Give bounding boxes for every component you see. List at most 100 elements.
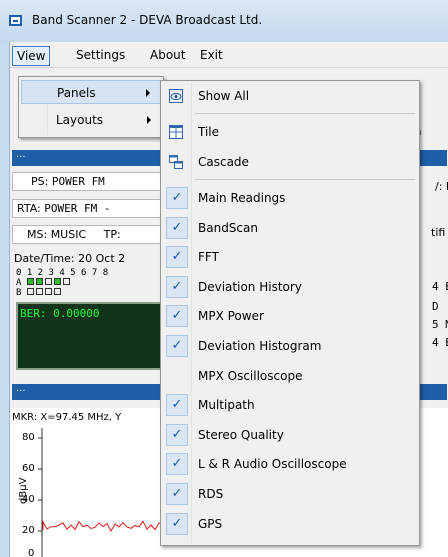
ms-value: MUSIC [50,228,87,241]
panel-item-label: Deviation History [198,280,302,294]
checkmark-icon: ✓ [166,276,188,298]
right-snip: D [432,300,439,313]
right-snip: 4 E [432,336,448,349]
view-menu: Panels Layouts [18,76,164,138]
groups-numbers: 0 1 2 3 4 5 6 7 8 [16,268,109,278]
panel-item-label: GPS [198,517,223,531]
menu-item-show-all[interactable]: Show All [163,84,417,108]
menu-item-panel[interactable]: ✓ L & R Audio Oscilloscope [163,452,417,476]
group-indicator [53,278,61,285]
group-indicator [35,288,43,295]
y-tick-label: 0 [28,548,35,557]
ps-value: POWER FM [51,175,105,188]
group-indicator [35,278,43,285]
panel-item-label: Main Readings [198,191,286,205]
app-icon [9,15,22,26]
menu-item-panel[interactable]: ✓ Stereo Quality [163,423,417,447]
view-menu-item-panels[interactable]: Panels [21,80,161,104]
menu-separator [195,113,415,114]
layouts-label: Layouts [56,113,104,127]
menu-item-panel[interactable]: ✓ RDS [163,482,417,506]
group-indicator [44,288,52,295]
right-snip: 4 E [432,280,448,293]
panel-item-label: RDS [198,487,224,501]
panel-item-label: L & R Audio Oscilloscope [198,457,347,471]
submenu-arrow-icon [147,116,151,124]
menu-item-panel[interactable]: ✓ Deviation History [163,275,417,299]
checkmark-icon: ✓ [166,217,188,239]
ber-value: BER: 0.00000 [20,307,100,320]
checkmark-icon: ✓ [166,246,188,268]
checkmark-icon: ✓ [166,187,188,209]
submenu-arrow-icon [146,89,150,97]
checkmark-icon: ✓ [166,305,188,327]
cascade-icon [169,155,183,169]
panel-item-label: MPX Power [198,309,264,323]
ps-label: PS: [31,175,49,188]
menu-bar: View Settings About Exit [10,42,448,68]
checkmark-icon: ✓ [166,453,188,475]
group-b-row: B [16,288,61,298]
panel-item-label: FFT [198,250,219,264]
cascade-label: Cascade [198,155,249,169]
checkmark-icon: ✓ [166,483,188,505]
rta-label: RTA: [17,202,41,215]
right-snip: tifi [431,226,446,239]
rta-field: RTA: POWER FM - [12,199,162,218]
panel-item-label: Deviation Histogram [198,339,322,353]
group-a-label: A [16,278,22,288]
menu-separator [195,179,415,180]
application-window: Band Scanner 2 - DEVA Broadcast Ltd. Vie… [0,0,448,557]
ms-tp-field: MS: MUSIC TP: [12,225,162,244]
menu-item-panel[interactable]: ✓ Main Readings [163,186,417,210]
tile-icon [169,125,183,139]
panels-submenu: Show All Tile Cascade ✓ Main Readings ✓ B [160,80,420,546]
group-a-row: A [16,278,70,288]
menu-item-tile[interactable]: Tile [163,120,417,144]
checkmark-icon: ✓ [166,335,188,357]
menu-exit[interactable]: Exit [196,46,227,66]
ber-display: BER: 0.00000 [16,302,164,370]
group-indicator [62,278,70,285]
checkmark-icon: ✓ [166,394,188,416]
menu-view[interactable]: View [12,46,51,66]
menu-item-panel[interactable]: ✓ GPS [163,512,417,536]
menu-item-panel[interactable]: ✓ BandScan [163,216,417,240]
tile-label: Tile [198,125,220,139]
menu-settings[interactable]: Settings [72,46,129,66]
spectrum-trace [42,519,168,533]
ps-field: PS: POWER FM [12,172,162,191]
panels-label: Panels [57,86,96,100]
panel-item-label: BandScan [198,221,258,235]
window-title: Band Scanner 2 - DEVA Broadcast Ltd. [32,13,263,27]
view-menu-item-layouts[interactable]: Layouts [21,108,161,132]
menu-item-panel[interactable]: MPX Oscilloscope [163,364,417,388]
checkmark-icon: ✓ [166,424,188,446]
y-tick-label: 20 [22,525,35,536]
menu-about[interactable]: About [146,46,189,66]
datetime-text: Date/Time: 20 Oct 2 [14,252,126,265]
panel-item-label: Multipath [198,398,255,412]
ms-label: MS: [27,228,48,241]
show-all-label: Show All [198,89,250,103]
menu-item-panel[interactable]: ✓ MPX Power [163,304,417,328]
title-bar[interactable]: Band Scanner 2 - DEVA Broadcast Ltd. [0,0,448,42]
rta-value: POWER FM - [44,202,111,215]
menu-item-panel[interactable]: ✓ FFT [163,245,417,269]
menu-item-panel[interactable]: ✓ Multipath [163,393,417,417]
tp-label: TP: [103,228,121,241]
group-indicator [53,288,61,295]
group-indicator [26,278,34,285]
group-indicator [44,278,52,285]
menu-item-cascade[interactable]: Cascade [163,150,417,174]
y-tick-label: 40 [22,494,35,505]
panel-item-label: MPX Oscilloscope [198,369,303,383]
y-tick-label: 80 [22,432,35,443]
group-indicator [26,288,34,295]
right-snip: /: P [435,180,448,193]
y-tick-label: 60 [22,463,35,474]
checkmark-icon: ✓ [166,513,188,535]
menu-item-panel[interactable]: ✓ Deviation Histogram [163,334,417,358]
panel-item-label: Stereo Quality [198,428,284,442]
show-all-icon [169,89,183,103]
